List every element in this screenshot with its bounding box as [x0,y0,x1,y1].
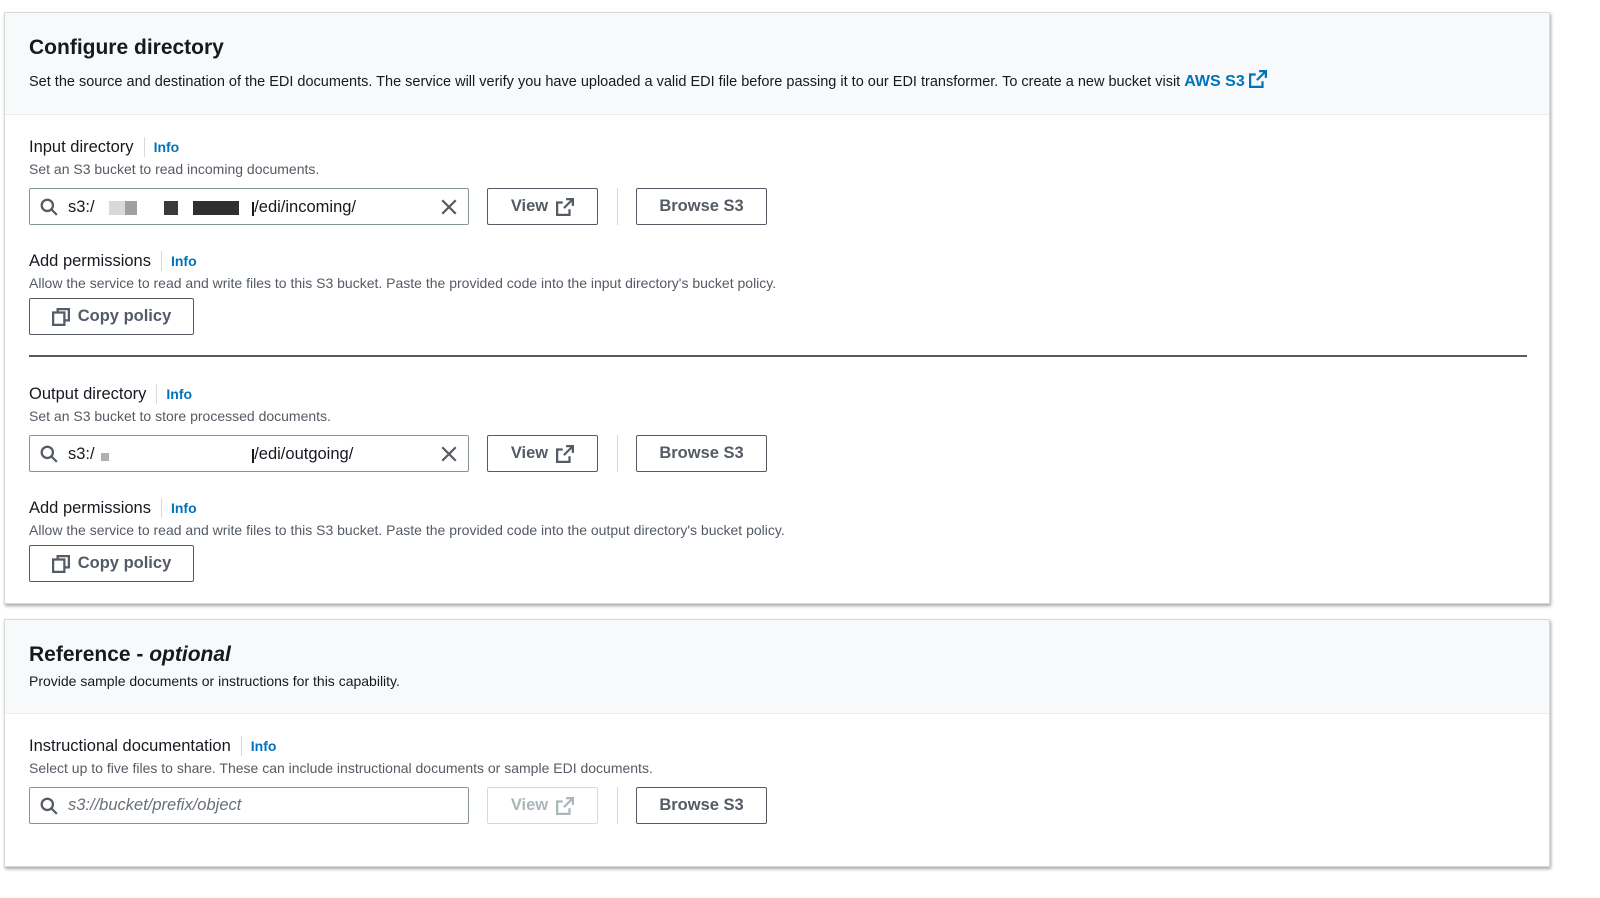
configure-description-text: Set the source and destination of the ED… [29,74,1181,90]
instructional-documentation-label-text: Instructional documentation [29,736,231,755]
output-view-label: View [510,444,549,462]
button-separator [617,435,618,472]
external-link-icon [556,197,575,216]
output-permissions-info-link[interactable]: Info [160,498,197,518]
input-browse-s3-button[interactable]: Browse S3 [636,188,767,225]
button-separator [617,787,618,824]
input-view-button[interactable]: View [487,188,598,225]
output-directory-description: Set an S3 bucket to store processed docu… [29,408,331,424]
input-view-label: View [510,197,549,215]
input-value-suffix: /edi/incoming/ [254,198,357,216]
clear-icon[interactable] [430,189,468,224]
output-directory-info-link[interactable]: Info [156,384,192,404]
external-link-icon [556,796,575,815]
reference-title-optional: optional [149,643,231,666]
input-permissions-info-link[interactable]: Info [160,251,197,271]
input-value-prefix: s3:/ [68,198,95,216]
instructional-documentation-search-input[interactable]: s3://bucket/prefix/object [29,787,469,824]
search-icon [30,436,68,471]
reference-title: Reference - optional [29,643,231,667]
input-permissions-label-text: Add permissions [29,251,151,270]
copy-icon [51,554,70,573]
external-link-icon [1249,70,1268,88]
output-copy-policy-label: Copy policy [77,554,172,572]
output-directory-value: s3:/ /edi/outgoing/ [68,443,430,464]
section-divider [29,355,1527,357]
input-directory-info-link[interactable]: Info [143,137,179,157]
reference-title-text: Reference [29,643,131,666]
clear-icon[interactable] [430,436,468,471]
reference-panel: Reference - optional Provide sample docu… [4,619,1550,867]
reference-header: Reference - optional Provide sample docu… [5,620,1549,714]
input-directory-label-text: Input directory [29,137,134,156]
output-copy-policy-button[interactable]: Copy policy [29,545,194,582]
reference-title-separator: - [130,643,150,666]
input-permissions-description: Allow the service to read and write file… [29,275,777,291]
input-copy-policy-button[interactable]: Copy policy [29,298,194,335]
input-directory-description: Set an S3 bucket to read incoming docume… [29,161,320,177]
external-link-icon [556,444,575,463]
output-permissions-label: Add permissions Info [29,498,197,518]
output-value-prefix: s3:/ [68,445,95,463]
instructional-view-label: View [510,796,549,814]
instructional-documentation-label: Instructional documentation Info [29,736,276,756]
instructional-documentation-info-link[interactable]: Info [240,736,276,756]
input-directory-search-input[interactable]: s3:/ /edi/incoming/ [29,188,469,225]
output-directory-search-input[interactable]: s3:/ /edi/outgoing/ [29,435,469,472]
output-value-suffix: /edi/outgoing/ [254,445,354,463]
configure-directory-panel: Configure directory Set the source and d… [4,12,1550,604]
output-permissions-description: Allow the service to read and write file… [29,522,785,538]
search-icon [30,788,68,823]
configure-directory-description: Set the source and destination of the ED… [29,70,1268,91]
button-separator [617,188,618,225]
input-permissions-label: Add permissions Info [29,251,197,271]
configure-directory-title: Configure directory [29,36,224,59]
output-directory-label: Output directory Info [29,384,192,404]
aws-s3-link-label: AWS S3 [1184,73,1245,90]
input-directory-value: s3:/ /edi/incoming/ [68,196,430,217]
output-permissions-label-text: Add permissions [29,498,151,517]
output-view-button[interactable]: View [487,435,598,472]
redacted-bucket-name [99,443,255,463]
copy-icon [51,307,70,326]
input-directory-label: Input directory Info [29,137,179,157]
input-copy-policy-label: Copy policy [77,307,172,325]
output-browse-s3-button[interactable]: Browse S3 [636,435,767,472]
redacted-bucket-name [99,196,255,216]
instructional-view-button[interactable]: View [487,787,598,824]
configure-directory-header: Configure directory Set the source and d… [5,13,1549,115]
instructional-documentation-placeholder: s3://bucket/prefix/object [68,796,242,814]
search-icon [30,189,68,224]
output-directory-label-text: Output directory [29,384,147,403]
aws-s3-link[interactable]: AWS S3 [1184,70,1268,90]
instructional-browse-s3-button[interactable]: Browse S3 [636,787,767,824]
reference-description: Provide sample documents or instructions… [29,673,400,689]
instructional-documentation-description: Select up to five files to share. These … [29,760,653,776]
